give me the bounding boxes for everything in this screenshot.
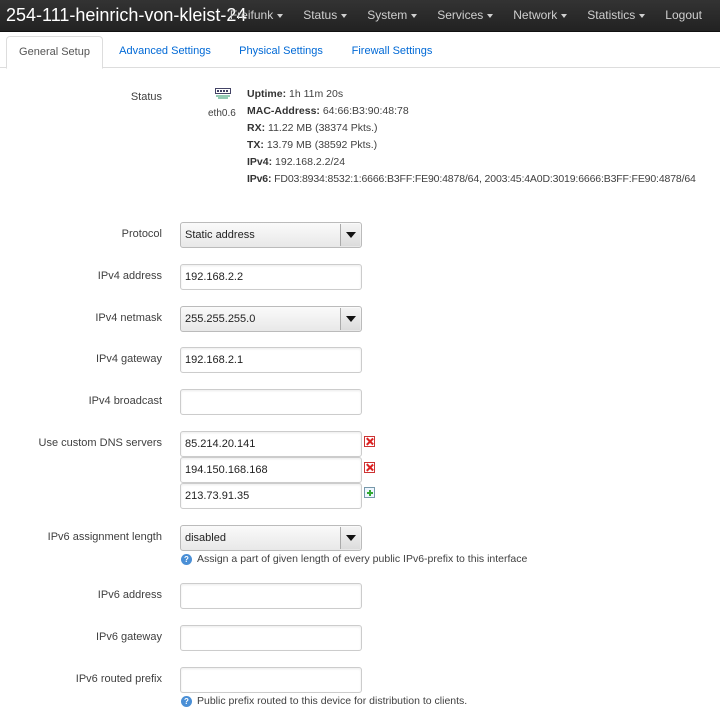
status-mac: MAC-Address: 64:66:B3:90:48:78 <box>247 105 409 117</box>
main-menu: Freifunk Status System Services Network … <box>220 0 712 32</box>
status-uptime: Uptime: 1h 11m 20s <box>247 88 344 100</box>
menu-logout[interactable]: Logout <box>655 0 712 32</box>
ipv6-routed-prefix-help: ? Public prefix routed to this device for… <box>181 695 467 707</box>
ipv4-address-input[interactable]: 192.168.2.2 <box>180 264 362 290</box>
chevron-down-icon <box>340 527 360 549</box>
menu-services[interactable]: Services <box>427 0 503 32</box>
menu-status[interactable]: Status <box>293 0 357 32</box>
status-ipv6: IPv6: FD03:8934:8532:1:6666:B3FF:FE90:48… <box>247 173 696 185</box>
help-icon: ? <box>181 695 192 707</box>
dns-server-input[interactable]: 194.150.168.168 <box>180 457 362 483</box>
hostname-brand[interactable]: 254-111-heinrich-von-kleist-24 <box>6 4 246 26</box>
chevron-down-icon <box>340 224 360 246</box>
status-interface-name: eth0.6 <box>208 108 236 119</box>
menu-freifunk[interactable]: Freifunk <box>220 0 293 32</box>
chevron-down-icon <box>487 13 494 18</box>
ipv6-assignment-help: ? Assign a part of given length of every … <box>181 553 527 565</box>
ipv4-netmask-select[interactable]: 255.255.255.0 <box>180 306 362 332</box>
status-tx: TX: 13.79 MB (38592 Pkts.) <box>247 139 378 151</box>
ipv6-gateway-input[interactable] <box>180 625 362 651</box>
ipv4-broadcast-input[interactable] <box>180 389 362 415</box>
chevron-down-icon <box>340 308 360 330</box>
ipv4-broadcast-label: IPv4 broadcast <box>88 395 162 407</box>
chevron-down-icon <box>639 13 646 18</box>
chevron-down-icon <box>411 13 418 18</box>
chevron-down-icon <box>341 13 348 18</box>
menu-statistics[interactable]: Statistics <box>577 0 655 32</box>
tab-physical-settings[interactable]: Physical Settings <box>228 36 334 68</box>
settings-tabs: General Setup Advanced Settings Physical… <box>0 36 720 69</box>
ipv6-assignment-select[interactable]: disabled <box>180 525 362 551</box>
chevron-down-icon <box>561 13 568 18</box>
chevron-down-icon <box>277 13 284 18</box>
tab-advanced-settings[interactable]: Advanced Settings <box>108 36 222 68</box>
ipv4-gateway-label: IPv4 gateway <box>95 353 162 365</box>
ipv6-gateway-label: IPv6 gateway <box>95 631 162 643</box>
status-rx: RX: 11.22 MB (38374 Pkts.) <box>247 122 378 134</box>
menu-network[interactable]: Network <box>503 0 577 32</box>
remove-icon[interactable] <box>364 462 375 473</box>
tab-general-setup[interactable]: General Setup <box>6 36 103 69</box>
status-ipv4: IPv4: 192.168.2.2/24 <box>247 156 346 168</box>
dns-server-input[interactable]: 85.214.20.141 <box>180 431 362 457</box>
tab-firewall-settings[interactable]: Firewall Settings <box>340 36 444 68</box>
dns-label: Use custom DNS servers <box>38 437 162 449</box>
ipv6-address-label: IPv6 address <box>97 589 162 601</box>
ipv6-address-input[interactable] <box>180 583 362 609</box>
ethernet-port-icon <box>215 88 231 99</box>
menu-system[interactable]: System <box>357 0 427 32</box>
help-icon: ? <box>181 553 192 565</box>
ipv4-gateway-input[interactable]: 192.168.2.1 <box>180 347 362 373</box>
status-label: Status <box>130 91 162 103</box>
protocol-label: Protocol <box>121 228 162 240</box>
ipv4-netmask-label: IPv4 netmask <box>95 312 162 324</box>
remove-icon[interactable] <box>364 436 375 447</box>
dns-server-input[interactable]: 213.73.91.35 <box>180 483 362 509</box>
protocol-select[interactable]: Static address <box>180 222 362 248</box>
ipv6-routed-prefix-input[interactable] <box>180 667 362 693</box>
add-icon[interactable] <box>364 487 375 498</box>
top-navbar: 254-111-heinrich-von-kleist-24 Freifunk … <box>0 0 720 32</box>
ipv6-routed-prefix-label: IPv6 routed prefix <box>75 673 162 685</box>
ipv6-assignment-label: IPv6 assignment length <box>47 531 162 543</box>
ipv4-address-label: IPv4 address <box>97 270 162 282</box>
